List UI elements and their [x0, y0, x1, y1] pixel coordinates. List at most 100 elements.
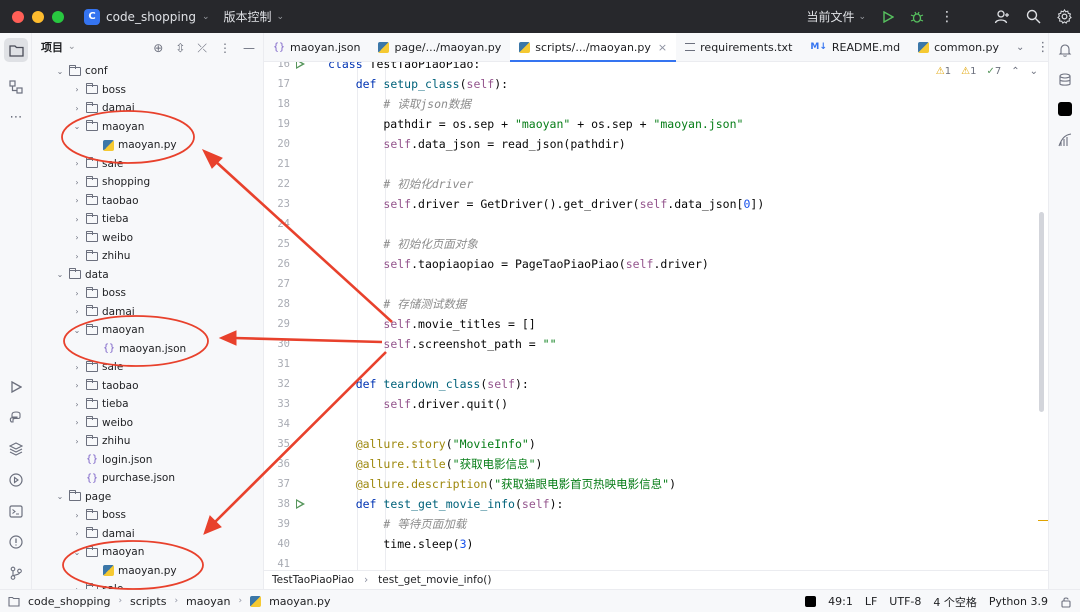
tree-item[interactable]: ⌄ conf [32, 62, 263, 81]
chevron-right-icon[interactable]: › [71, 85, 83, 94]
chevron-right-icon[interactable]: › [71, 196, 83, 205]
tree-item[interactable]: ⌄ data [32, 266, 263, 285]
add-user-button[interactable] [986, 0, 1018, 33]
editor-tab[interactable]: M↓ README.md [801, 33, 909, 61]
tree-item[interactable]: {} maoyan.json [32, 340, 263, 359]
vcs-menu[interactable]: 版本控制 ⌄ [223, 8, 284, 25]
tree-item[interactable]: › zhihu [32, 432, 263, 451]
database-button[interactable] [1053, 68, 1077, 92]
status-path-item[interactable]: maoyan [186, 595, 230, 608]
project-switcher[interactable]: C code_shopping ⌄ [84, 8, 209, 25]
line-separator[interactable]: LF [865, 595, 877, 608]
chevron-down-icon[interactable]: ⌄ [54, 67, 66, 76]
tree-item[interactable]: ⌄ maoyan [32, 118, 263, 137]
python-console-button[interactable] [4, 406, 28, 430]
zoom-window-button[interactable] [52, 10, 64, 23]
more-tools-button[interactable]: ⋯ [4, 105, 28, 129]
hide-panel-icon[interactable]: — [243, 41, 255, 56]
chevron-down-icon[interactable]: ⌄ [54, 492, 66, 501]
tree-item[interactable]: › weibo [32, 229, 263, 248]
line-gutter[interactable]: 16 17 18 19 20 21 22 23 24 25 26 27 28 29 30 31 32 33 34 35… [264, 62, 324, 570]
editor-tab[interactable]: scripts/.../maoyan.py × [510, 33, 677, 62]
status-path-item[interactable]: code_shopping [28, 595, 110, 608]
tree-item[interactable]: › damai [32, 303, 263, 322]
chevron-right-icon[interactable]: › [71, 437, 83, 446]
services-button[interactable] [4, 468, 28, 492]
chevron-right-icon[interactable]: › [71, 178, 83, 187]
file-encoding[interactable]: UTF-8 [889, 595, 921, 608]
chevron-down-icon[interactable]: ⌄ [71, 326, 83, 335]
tree-item[interactable]: maoyan.py [32, 136, 263, 155]
tree-item[interactable]: ›sale [32, 580, 263, 589]
close-tab-icon[interactable]: × [658, 41, 667, 54]
settings-button[interactable] [1049, 0, 1080, 33]
chevron-right-icon[interactable]: › [71, 529, 83, 538]
tree-item[interactable]: › boss [32, 284, 263, 303]
tree-item[interactable]: › damai [32, 99, 263, 118]
tree-item[interactable]: {} login.json [32, 451, 263, 470]
tree-item[interactable]: › zhihu [32, 247, 263, 266]
chevron-down-icon[interactable]: ⌄ [71, 548, 83, 557]
tree-item[interactable]: ⌄ page [32, 488, 263, 507]
chevron-down-icon[interactable]: ⌄ [54, 270, 66, 279]
tree-item[interactable]: › boss [32, 506, 263, 525]
problems-button[interactable] [4, 530, 28, 554]
run-config-selector[interactable]: 当前文件 ⌄ [798, 0, 874, 33]
chevron-right-icon[interactable]: › [71, 418, 83, 427]
chevron-up-icon[interactable]: ⌃ [1011, 66, 1019, 77]
code-area[interactable]: class TestTaoPiaoPiao: def setup_class(s… [328, 62, 1028, 570]
tree-item[interactable]: › boss [32, 81, 263, 100]
tree-item[interactable]: {} purchase.json [32, 469, 263, 488]
tree-item[interactable]: › shopping [32, 173, 263, 192]
breadcrumb-class[interactable]: TestTaoPiaoPiao [272, 574, 354, 586]
tree-item[interactable]: ⌄ maoyan [32, 321, 263, 340]
chevron-right-icon[interactable]: › [71, 307, 83, 316]
tree-item[interactable]: › taobao [32, 377, 263, 396]
chevron-right-icon[interactable]: › [71, 233, 83, 242]
python-packages-button[interactable] [4, 437, 28, 461]
more-actions-button[interactable]: ⋮ [932, 0, 962, 33]
chevron-right-icon[interactable]: › [71, 104, 83, 113]
close-window-button[interactable] [12, 10, 24, 23]
editor-scrollbar[interactable] [1039, 212, 1044, 412]
indent-setting[interactable]: 4 个空格 [933, 594, 977, 610]
tree-item[interactable]: ›sale [32, 358, 263, 377]
chevron-right-icon[interactable]: › [71, 252, 83, 261]
run-button[interactable] [874, 0, 902, 33]
inspection-widget[interactable]: ⚠1 ⚠1 ✓7 ⌃ ⌄ [936, 66, 1038, 77]
python-interpreter[interactable]: Python 3.9 [989, 595, 1048, 608]
notifications-button[interactable] [1053, 38, 1077, 62]
collapse-all-icon[interactable]: ⤫ [197, 41, 207, 56]
options-icon[interactable]: ⋮ [219, 41, 231, 56]
tree-item[interactable]: › tieba [32, 210, 263, 229]
tree-item[interactable]: › taobao [32, 192, 263, 211]
chevron-down-icon[interactable]: ⌄ [1016, 42, 1024, 53]
chevron-right-icon[interactable]: › [71, 363, 83, 372]
chevron-right-icon[interactable]: › [71, 511, 83, 520]
expand-all-icon[interactable]: ⇳ [175, 41, 185, 56]
minimize-window-button[interactable] [32, 10, 44, 23]
chevron-down-icon[interactable]: ⌄ [1030, 66, 1038, 77]
git-button[interactable] [4, 561, 28, 585]
structure-tool-button[interactable] [4, 75, 28, 99]
tree-item[interactable]: › damai [32, 525, 263, 544]
project-tool-button[interactable] [4, 38, 28, 62]
tree-item[interactable]: ⌄ maoyan [32, 543, 263, 562]
status-path-item[interactable]: maoyan.py [269, 595, 330, 608]
locate-file-icon[interactable]: ⊕ [153, 41, 163, 56]
caret-position[interactable]: 49:1 [828, 595, 853, 608]
search-button[interactable] [1018, 0, 1049, 33]
breadcrumb-method[interactable]: test_get_movie_info() [378, 574, 491, 586]
ai-status-icon[interactable] [805, 596, 817, 607]
chevron-right-icon[interactable]: › [71, 381, 83, 390]
run-gutter-icon[interactable] [296, 62, 305, 69]
chevron-right-icon[interactable]: › [71, 159, 83, 168]
ai-assistant-button[interactable] [1053, 97, 1077, 121]
editor-tab[interactable]: {} maoyan.json [264, 33, 369, 61]
run-gutter-icon[interactable] [296, 499, 305, 509]
tree-item[interactable]: maoyan.py [32, 562, 263, 581]
run-tool-button[interactable] [4, 375, 28, 399]
sciview-button[interactable] [1053, 128, 1077, 152]
editor-tab[interactable]: page/.../maoyan.py [369, 33, 510, 61]
tree-item[interactable]: › weibo [32, 414, 263, 433]
